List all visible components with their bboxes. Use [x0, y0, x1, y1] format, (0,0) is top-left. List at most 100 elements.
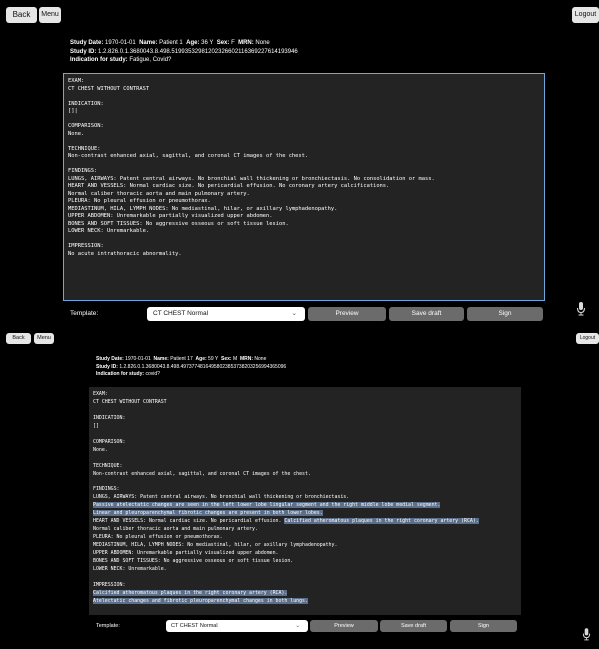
report-line-highlight: Calcified atheromatous plaques in the ri…: [284, 518, 479, 525]
report-line: CT CHEST WITHOUT CONTRAST: [93, 399, 517, 407]
report-line-text: IMPRESSION:: [68, 243, 104, 249]
report-line: LOWER NECK: Unremarkable.: [93, 566, 517, 574]
report-line: Non-contrast enhanced axial, sagittal, a…: [93, 471, 517, 479]
report-line-text: COMPARISON:: [93, 438, 126, 445]
report-line: PLEURA: No pleural effusion or pneumotho…: [68, 198, 540, 206]
report-line-text: LOWER NECK: Unremarkable.: [68, 228, 150, 234]
report-line-text: BONES AND SOFT TISSUES: No aggressive os…: [93, 558, 294, 565]
save-draft-button[interactable]: Save draft: [380, 620, 447, 632]
logout-button[interactable]: Logout: [572, 7, 599, 23]
report-line-text: BONES AND SOFT TISSUES: No aggressive os…: [68, 220, 289, 227]
report-line: [68, 138, 540, 146]
report-line: EXAM:: [68, 78, 540, 86]
report-line: [93, 455, 517, 463]
report-line-text: [93, 574, 96, 580]
report-line: [93, 407, 517, 415]
report-line-text: Passive atelectatic changes are seen in …: [93, 502, 441, 509]
report-line-text: []: [93, 422, 99, 429]
study-info: Study Date: 1970-01-01 Name: Patient 1 A…: [70, 39, 298, 65]
report-line-text: None.: [68, 130, 85, 137]
report-line-text: Non-contrast enhanced axial, sagittal, a…: [93, 470, 311, 477]
back-button[interactable]: Back: [6, 333, 31, 344]
report-line: IMPRESSION:: [93, 582, 517, 590]
report-line-text: PLEURA: No pleural effusion or pneumotho…: [93, 534, 223, 541]
report-line-text: IMPRESSION:: [93, 581, 126, 588]
menu-button[interactable]: Menu: [34, 333, 54, 344]
report-line: [93, 431, 517, 439]
report-line-text: [68, 138, 71, 144]
study-id-line: Study ID: 1.2.826.0.1.3680043.8.498.4973…: [96, 363, 287, 370]
study-info-line-1: Study Date: 1970-01-01 Name: Patient 17 …: [96, 356, 267, 362]
report-line-text: No acute intrathoracic abnormality.: [68, 250, 182, 257]
report-line: TECHNIQUE:: [93, 463, 517, 471]
report-line-text: Normal caliber thoracic aorta and main p…: [93, 526, 258, 533]
report-line-text: [93, 431, 96, 437]
indication-line: Indication for study: Fatigue, Covid?: [70, 57, 172, 63]
report-line-text: UPPER ABDOMEN: Unremarkable partially vi…: [68, 213, 273, 219]
report-line: Passive atelectatic changes are seen in …: [93, 502, 517, 510]
report-line: [93, 478, 517, 486]
report-line-text: [68, 161, 71, 167]
report-line: IMPRESSION:: [68, 243, 540, 251]
report-line: PLEURA: No pleural effusion or pneumotho…: [93, 534, 517, 542]
logout-button[interactable]: Logout: [576, 333, 599, 344]
report-line: INDICATION:: [68, 101, 540, 109]
report-line-text: PLEURA: No pleural effusion or pneumotho…: [68, 198, 211, 204]
indication-line: Indication for study: covid?: [96, 371, 160, 377]
template-select-value: CT CHEST Normal: [171, 623, 218, 629]
report-line-text: MEDIASTINUM, HILA, LYMPH NODES: No media…: [93, 542, 338, 549]
template-select[interactable]: CT CHEST Normal ⌄: [166, 620, 308, 632]
report-line: UPPER ABDOMEN: Unremarkable partially vi…: [93, 550, 517, 558]
report-textarea[interactable]: EXAM: CT CHEST WITHOUT CONTRAST INDICATIO…: [89, 387, 521, 615]
report-line: COMPARISON:: [93, 439, 517, 447]
microphone-icon[interactable]: [576, 302, 586, 316]
report-line: []: [93, 423, 517, 431]
report-line-text: LUNGS, AIRWAYS: Patent central airways. …: [68, 175, 435, 182]
report-line: FINDINGS:: [93, 486, 517, 494]
chevron-down-icon: ⌄: [295, 623, 300, 629]
sign-button[interactable]: Sign: [450, 620, 517, 632]
preview-button[interactable]: Preview: [310, 620, 378, 632]
report-line-text: HEART AND VESSELS: Normal cardiac size. …: [68, 183, 390, 189]
report-line: None.: [68, 131, 540, 139]
template-select[interactable]: CT CHEST Normal ⌄: [147, 307, 305, 321]
report-line-text: INDICATION:: [93, 414, 126, 421]
microphone-icon[interactable]: [582, 628, 591, 641]
save-draft-button[interactable]: Save draft: [389, 307, 464, 321]
report-line: INDICATION:: [93, 415, 517, 423]
report-line: BONES AND SOFT TISSUES: No aggressive os…: [68, 221, 540, 229]
report-line-text: EXAM:: [68, 78, 85, 84]
report-line: Atelectatic changes and fibrotic pleurop…: [93, 597, 517, 606]
report-line-text: FINDINGS:: [68, 168, 98, 174]
report-line-text: [93, 407, 96, 413]
report-line-text: INDICATION:: [68, 100, 104, 107]
report-line: CT CHEST WITHOUT CONTRAST: [68, 86, 540, 94]
menu-button[interactable]: Menu: [39, 7, 61, 23]
report-line-text: Atelectatic changes and fibrotic pleurop…: [93, 597, 308, 604]
report-line: Linear and pleuroparenchymal fibrotic ch…: [93, 510, 517, 518]
back-button[interactable]: Back: [6, 7, 37, 23]
report-line-text: CT CHEST WITHOUT CONTRAST: [68, 85, 150, 92]
report-line-text: TECHNIQUE:: [68, 145, 101, 152]
report-line: MEDIASTINUM, HILA, LYMPH NODES: No media…: [93, 542, 517, 550]
report-line-text: UPPER ABDOMEN: Unremarkable partially vi…: [93, 550, 279, 557]
bottom-report-panel: Back Menu Logout Study Date: 1970-01-01 …: [0, 329, 599, 649]
study-info: Study Date: 1970-01-01 Name: Patient 17 …: [96, 356, 286, 379]
chevron-down-icon: ⌄: [291, 310, 297, 317]
report-line: MEDIASTINUM, HILA, LYMPH NODES: No media…: [68, 206, 540, 214]
report-line: EXAM:: [93, 391, 517, 399]
report-line-text: HEART AND VESSELS: Normal cardiac size. …: [93, 518, 285, 525]
report-line: [68, 161, 540, 169]
report-line: LOWER NECK: Unremarkable.: [68, 228, 540, 236]
report-line: FINDINGS:: [68, 168, 540, 176]
report-line: Normal caliber thoracic aorta and main p…: [68, 191, 540, 199]
report-line-text: FINDINGS:: [93, 486, 120, 493]
preview-button[interactable]: Preview: [308, 307, 386, 321]
report-line: [68, 93, 540, 101]
report-line-text: [93, 455, 96, 461]
report-line-text: COMPARISON:: [68, 123, 104, 129]
sign-button[interactable]: Sign: [467, 307, 543, 321]
report-line-text: TECHNIQUE:: [93, 462, 123, 469]
report-textarea[interactable]: EXAM: CT CHEST WITHOUT CONTRAST INDICATIO…: [63, 73, 545, 301]
report-line-text: LUNGS, AIRWAYS: Patent central airways. …: [93, 494, 350, 501]
